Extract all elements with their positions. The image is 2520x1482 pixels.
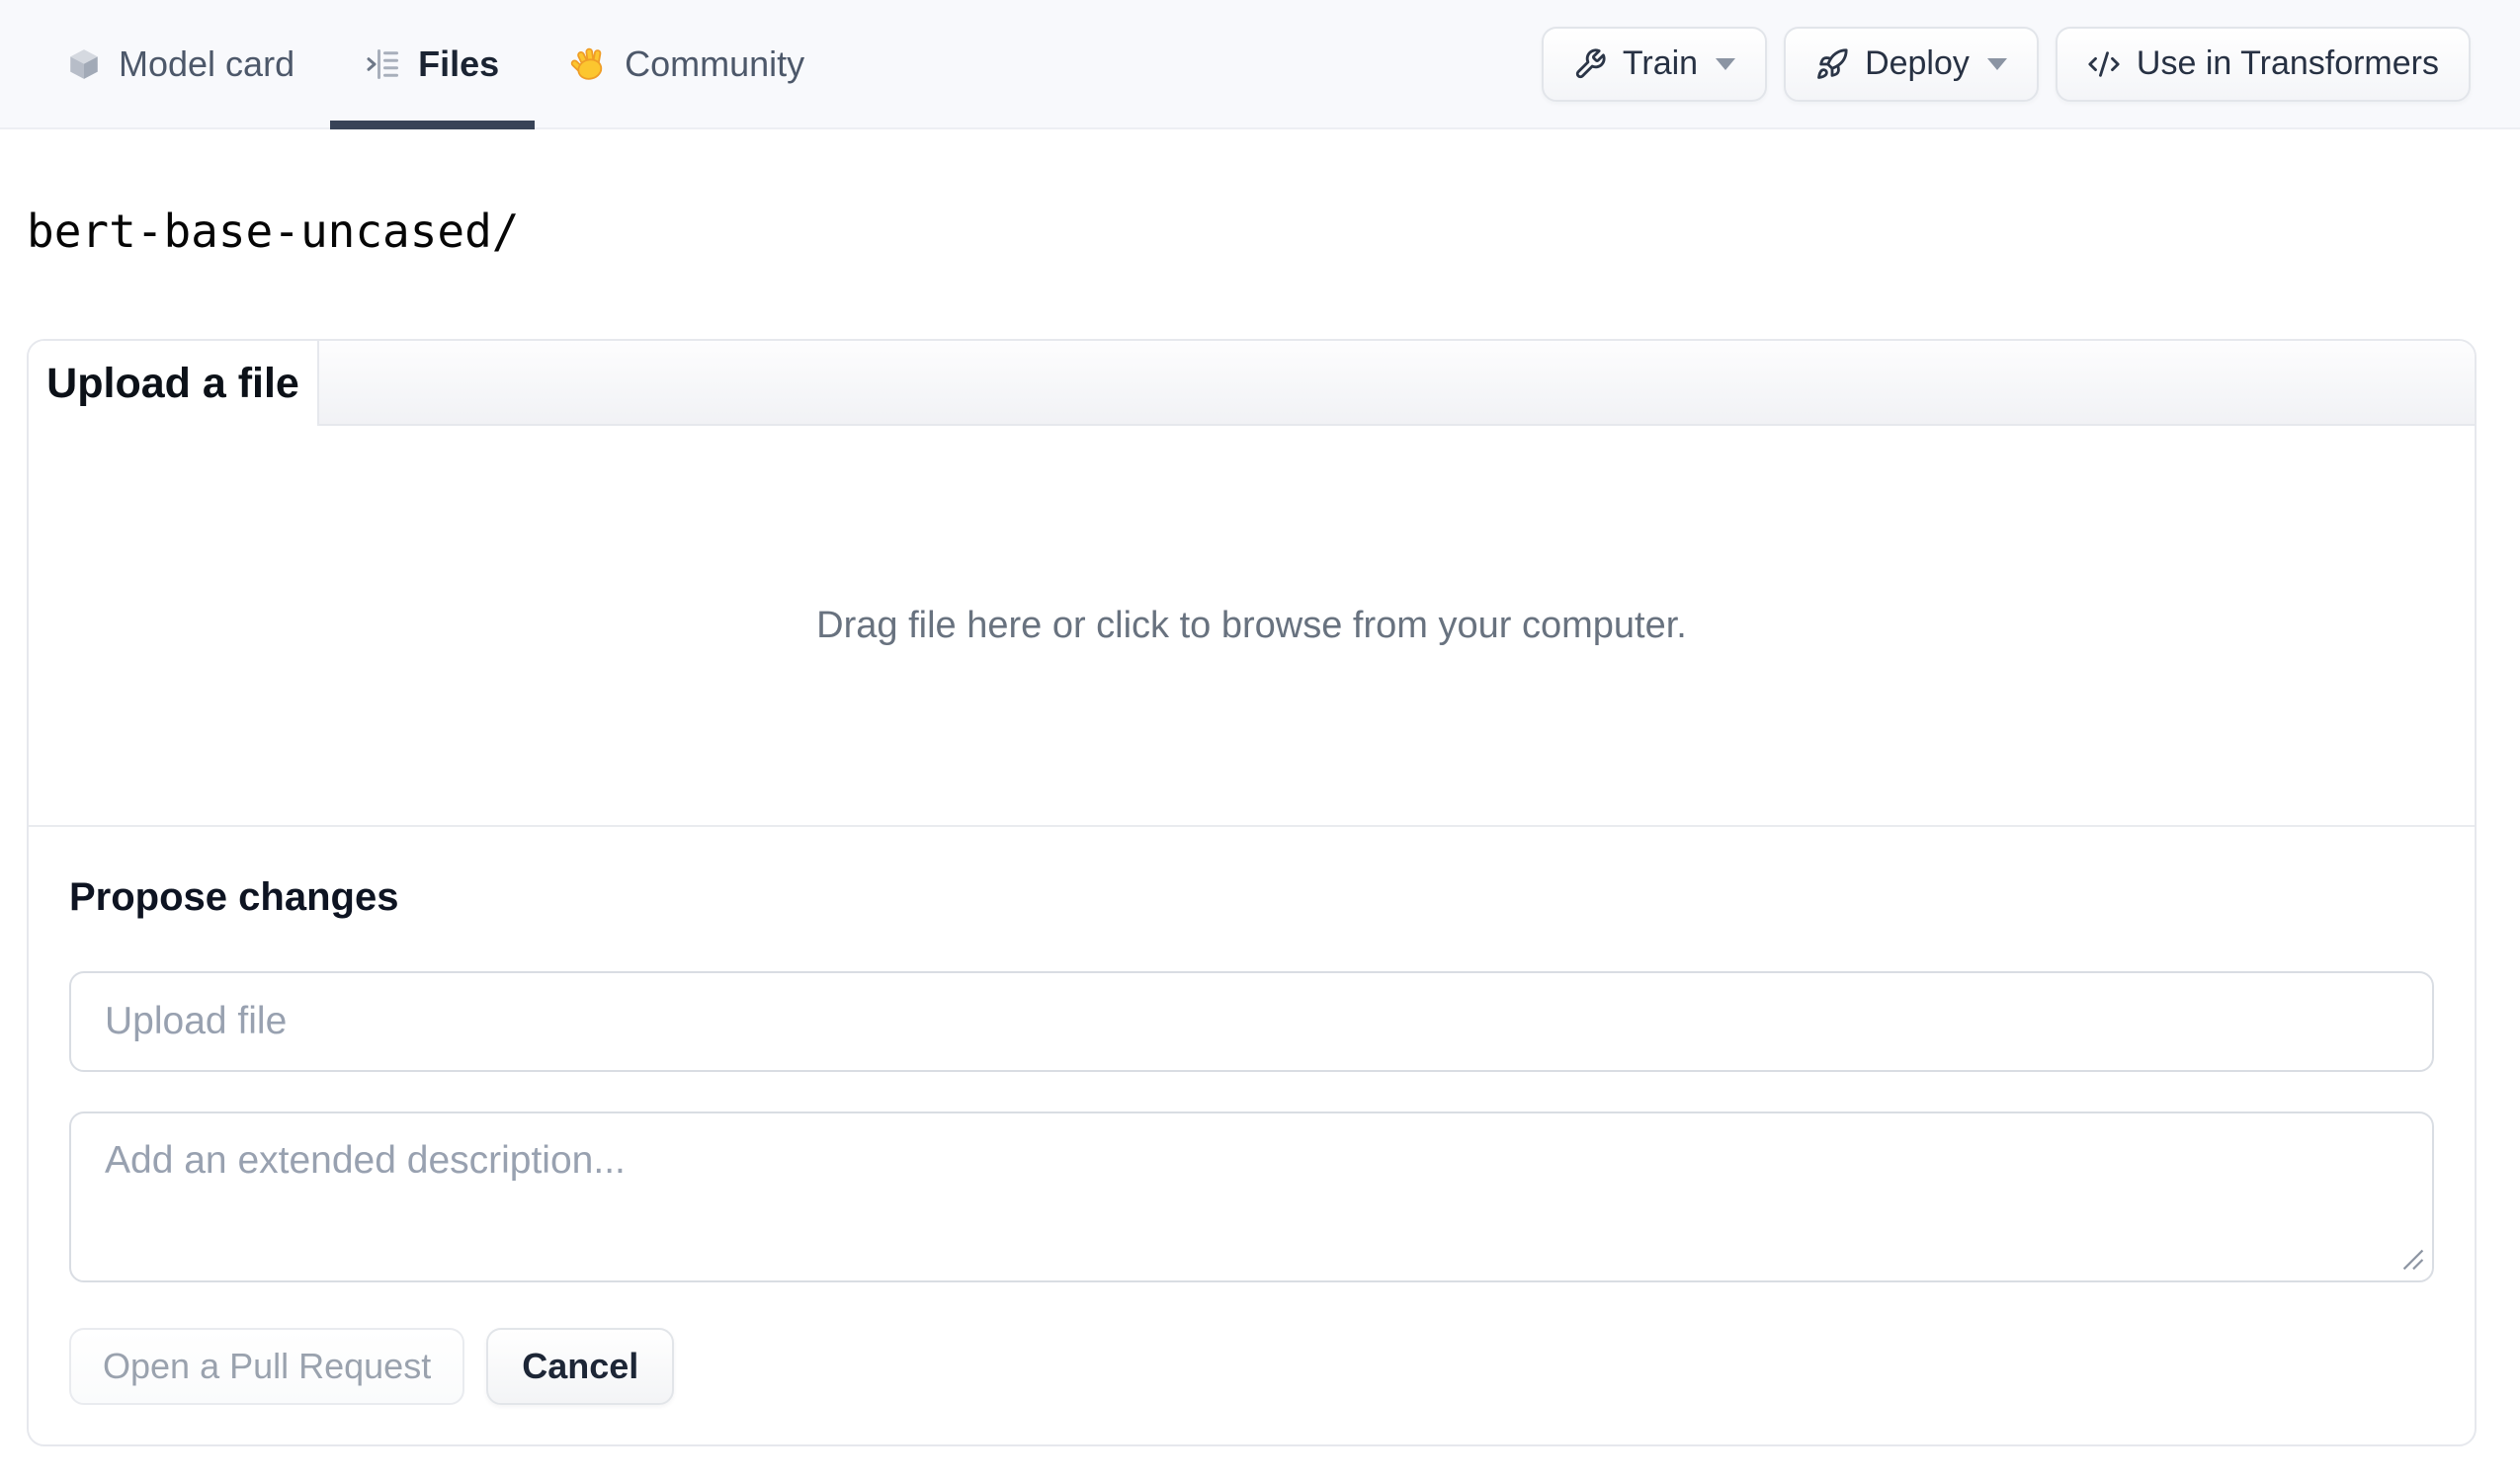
caret-down-icon xyxy=(1716,57,1736,70)
propose-changes-heading: Propose changes xyxy=(69,875,399,919)
repo-navbar: Model card Files Community Train Deploy … xyxy=(0,0,2520,129)
upload-filename-input[interactable] xyxy=(69,971,2434,1072)
train-button[interactable]: Train xyxy=(1541,26,1768,102)
cancel-button[interactable]: Cancel xyxy=(486,1328,675,1405)
rocket-icon xyxy=(1817,47,1848,79)
code-icon xyxy=(2088,50,2120,77)
tab-model-card-label: Model card xyxy=(119,42,295,84)
use-in-transformers-button[interactable]: Use in Transformers xyxy=(2055,26,2471,102)
files-upload-page: bert-base-uncased/ Upload a file Drag fi… xyxy=(0,201,2520,1446)
file-dropzone[interactable]: Drag file here or click to browse from y… xyxy=(29,426,2475,825)
tab-upload-a-file-label: Upload a file xyxy=(46,359,299,407)
extended-description-textarea[interactable] xyxy=(69,1112,2434,1282)
deploy-button[interactable]: Deploy xyxy=(1784,26,2039,102)
propose-actions: Open a Pull Request Cancel xyxy=(69,1328,2434,1405)
upload-card: Upload a file Drag file here or click to… xyxy=(27,339,2477,1446)
wrench-icon xyxy=(1575,47,1606,78)
tab-community-label: Community xyxy=(625,42,805,84)
tab-upload-a-file[interactable]: Upload a file xyxy=(29,341,319,426)
tab-files[interactable]: Files xyxy=(330,0,536,129)
files-icon xyxy=(367,48,399,79)
description-field-wrap xyxy=(69,1112,2434,1282)
caret-down-icon xyxy=(1986,57,2007,70)
deploy-button-label: Deploy xyxy=(1865,44,1970,82)
dropzone-hint: Drag file here or click to browse from y… xyxy=(816,604,1687,646)
propose-changes-section: Propose changes Open a Pull Request Canc… xyxy=(29,825,2475,1444)
use-in-transformers-label: Use in Transformers xyxy=(2136,44,2439,82)
tab-community[interactable]: Community xyxy=(535,0,840,127)
wave-icon xyxy=(570,47,603,80)
repo-path: bert-base-uncased/ xyxy=(27,205,520,258)
open-pull-request-button[interactable]: Open a Pull Request xyxy=(69,1328,465,1405)
repo-actions: Train Deploy Use in Transformers xyxy=(1541,0,2471,127)
tab-model-card[interactable]: Model card xyxy=(31,0,330,127)
tab-files-label: Files xyxy=(418,42,500,84)
repo-tabs: Model card Files Community xyxy=(31,0,840,129)
upload-card-tabbar: Upload a file xyxy=(29,341,2475,426)
cube-icon xyxy=(70,48,98,79)
train-button-label: Train xyxy=(1622,44,1699,82)
